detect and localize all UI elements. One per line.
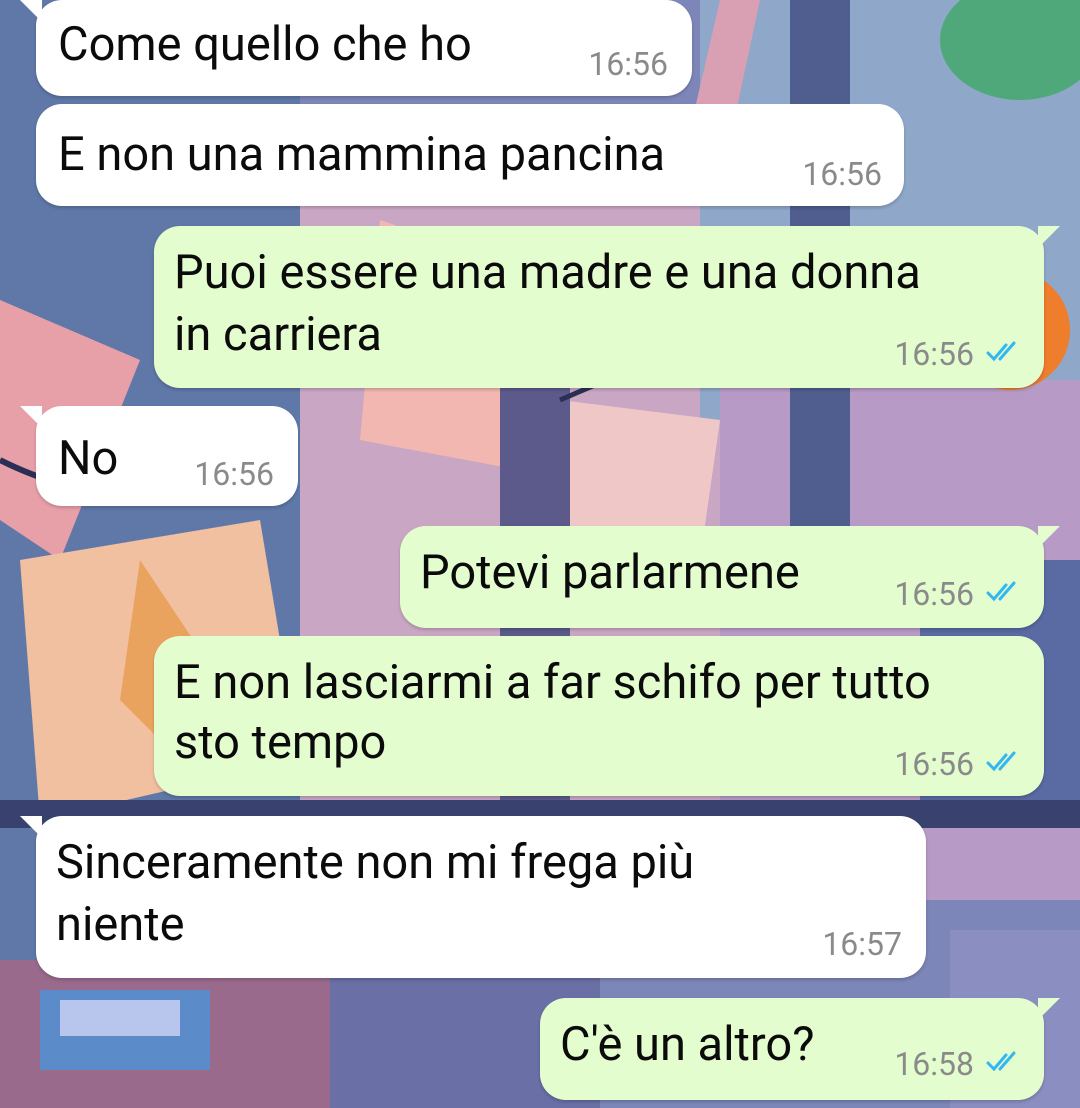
message-bubble-outgoing[interactable]: E non lasciarmi a far schifo per tutto s… (154, 636, 1044, 796)
message-bubble-outgoing[interactable]: Potevi parlarmene 16:56 (400, 526, 1060, 628)
message-bubble-incoming[interactable]: No 16:56 (20, 406, 298, 506)
message-bubble-outgoing[interactable]: C'è un altro? 16:58 (540, 998, 1060, 1100)
message-text-line-1: Sinceramente non mi frega più (56, 835, 695, 890)
message-text-line-1: Puoi essere una madre e una donna (174, 245, 921, 300)
message-text: Potevi parlarmene (420, 545, 800, 600)
message-text: No (58, 431, 119, 486)
double-check-read-icon (986, 1051, 1016, 1072)
message-text-line-2: sto tempo (174, 715, 387, 770)
message-text: E non una mammina pancina (58, 127, 666, 182)
message-text-line-2: in carriera (174, 307, 382, 362)
message-text: Come quello che ho (58, 17, 472, 72)
message-timestamp: 16:56 (894, 745, 974, 783)
message-timestamp: 16:56 (588, 45, 668, 83)
message-bubble-incoming[interactable]: Sinceramente non mi frega più niente 16:… (20, 816, 926, 978)
message-bubble-incoming[interactable]: Come quello che ho 16:56 (20, 0, 692, 96)
message-timestamp: 16:56 (894, 335, 974, 373)
message-timestamp: 16:57 (822, 925, 902, 963)
double-check-read-icon (986, 751, 1016, 772)
message-bubble-incoming[interactable]: E non una mammina pancina 16:56 (36, 104, 904, 206)
message-timestamp: 16:56 (894, 575, 974, 613)
message-text: C'è un altro? (560, 1017, 815, 1072)
message-text-line-2: niente (56, 897, 185, 952)
message-timestamp: 16:56 (194, 455, 274, 493)
double-check-read-icon (986, 341, 1016, 362)
message-text-line-1: E non lasciarmi a far schifo per tutto (174, 655, 931, 710)
double-check-read-icon (986, 581, 1016, 602)
message-bubble-outgoing[interactable]: Puoi essere una madre e una donna in car… (154, 226, 1060, 388)
message-timestamp: 16:56 (802, 155, 882, 193)
message-timestamp: 16:58 (894, 1045, 974, 1083)
